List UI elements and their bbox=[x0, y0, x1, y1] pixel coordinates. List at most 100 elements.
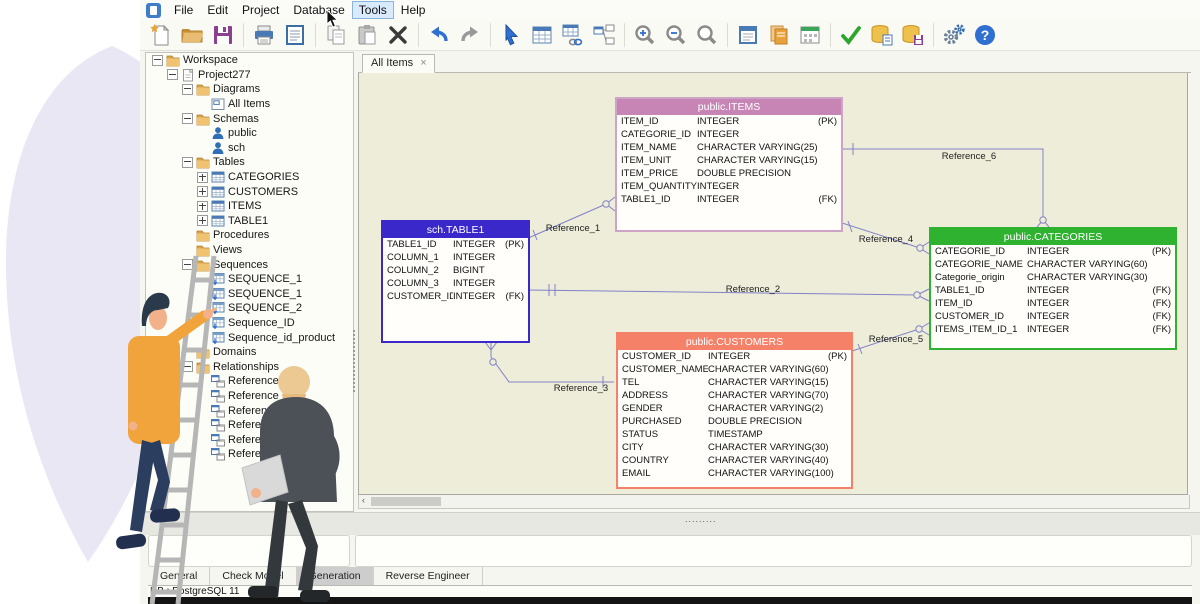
er-column-name: COLUMN_3 bbox=[383, 277, 453, 290]
document-icon[interactable] bbox=[735, 22, 761, 48]
expander-minus-icon[interactable] bbox=[167, 69, 178, 80]
illustration-man-suit bbox=[242, 366, 340, 602]
er-column-key bbox=[847, 467, 851, 480]
save-icon[interactable] bbox=[210, 22, 236, 48]
tree-item-label: sch bbox=[228, 142, 245, 154]
zoom-in-icon[interactable] bbox=[632, 22, 658, 48]
er-table-public-categories[interactable]: public.CATEGORIESCATEGORIE_IDINTEGER(PK)… bbox=[929, 227, 1177, 350]
menu-item-database[interactable]: Database bbox=[286, 1, 351, 19]
er-column-key bbox=[847, 454, 851, 467]
er-column-key: (PK) bbox=[505, 238, 528, 251]
er-column-row: CITYCHARACTER VARYING(30) bbox=[618, 441, 851, 454]
database-save-icon[interactable] bbox=[900, 22, 926, 48]
expander-plus-icon[interactable] bbox=[197, 215, 208, 226]
tree-item-project277[interactable]: Project277 bbox=[146, 68, 353, 83]
tree-item-sch[interactable]: sch bbox=[146, 141, 353, 156]
reference-label: Reference_6 bbox=[942, 151, 996, 162]
expander-minus-icon[interactable] bbox=[182, 113, 193, 124]
menu-item-edit[interactable]: Edit bbox=[200, 1, 235, 19]
print-icon[interactable] bbox=[251, 22, 277, 48]
help-icon[interactable]: ? bbox=[972, 22, 998, 48]
table-link-icon[interactable] bbox=[560, 22, 586, 48]
menu-item-help[interactable]: Help bbox=[394, 1, 433, 19]
zoom-icon[interactable] bbox=[694, 22, 720, 48]
pointer-icon[interactable] bbox=[498, 22, 524, 48]
redo-icon[interactable] bbox=[457, 22, 483, 48]
canvas-horizontal-scrollbar[interactable]: ‹ bbox=[358, 495, 1190, 509]
menu-item-file[interactable]: File bbox=[167, 1, 200, 19]
reference-reference_5[interactable]: Reference_5 bbox=[849, 323, 929, 354]
splitter-handle[interactable]: ......... bbox=[685, 514, 717, 524]
paste-icon[interactable] bbox=[354, 22, 380, 48]
expander-minus-icon[interactable] bbox=[152, 55, 163, 66]
toolbar-group bbox=[426, 22, 483, 48]
er-column-type: CHARACTER VARYING(2) bbox=[708, 402, 847, 415]
expander-plus-icon[interactable] bbox=[197, 186, 208, 197]
form-grid-icon[interactable] bbox=[797, 22, 823, 48]
er-diagram-canvas[interactable]: Reference_1 Reference_2 Reference_3 Referen… bbox=[358, 73, 1188, 495]
er-table-header[interactable]: public.CATEGORIES bbox=[931, 229, 1175, 245]
expander-minus-icon[interactable] bbox=[182, 157, 193, 168]
tree-item-customers[interactable]: CUSTOMERS bbox=[146, 184, 353, 199]
diagram-area: All Items × Reference_1Reference_2Refere… bbox=[358, 52, 1191, 509]
tree-item-workspace[interactable]: Workspace bbox=[146, 53, 353, 68]
reference-reference_1[interactable]: Reference_1 bbox=[526, 197, 615, 240]
database-script-icon[interactable] bbox=[869, 22, 895, 48]
reference-reference_6[interactable]: Reference_6 bbox=[839, 143, 1049, 227]
tree-item-schemas[interactable]: Schemas bbox=[146, 111, 353, 126]
pages-icon[interactable] bbox=[766, 22, 792, 48]
expander-minus-icon[interactable] bbox=[182, 84, 193, 95]
scrollbar-thumb[interactable] bbox=[371, 497, 441, 506]
folder-icon bbox=[166, 53, 180, 67]
menu-item-tools[interactable]: Tools bbox=[352, 1, 394, 19]
tree-item-table1[interactable]: TABLE1 bbox=[146, 214, 353, 229]
er-column-key bbox=[847, 363, 851, 376]
tree-item-items[interactable]: ITEMS bbox=[146, 199, 353, 214]
toolbar-group bbox=[148, 22, 236, 48]
toolbar-separator bbox=[727, 23, 728, 47]
close-icon[interactable]: × bbox=[420, 59, 426, 68]
diagram-view-icon[interactable] bbox=[591, 22, 617, 48]
tree-item-tables[interactable]: Tables bbox=[146, 155, 353, 170]
app-icon bbox=[146, 3, 161, 18]
er-table-public-items[interactable]: public.ITEMSITEM_IDINTEGER(PK)CATEGORIE_… bbox=[615, 97, 843, 232]
er-table-sch-table1[interactable]: sch.TABLE1TABLE1_IDINTEGER(PK)COLUMN_1IN… bbox=[381, 220, 530, 343]
tree-item-categories[interactable]: CATEGORIES bbox=[146, 170, 353, 185]
reference-reference_4[interactable]: Reference_4 bbox=[839, 221, 929, 254]
toolbar-separator bbox=[624, 23, 625, 47]
er-column-key: (PK) bbox=[828, 350, 851, 363]
er-column-key bbox=[847, 441, 851, 454]
bottom-tab-reverse-engineer[interactable]: Reverse Engineer bbox=[374, 567, 483, 585]
er-column-name: Categorie_origin bbox=[931, 271, 1027, 284]
reference-label: Reference_3 bbox=[554, 383, 608, 394]
reference-reference_3[interactable]: Reference_3 bbox=[485, 342, 614, 394]
table-grid-icon[interactable] bbox=[529, 22, 555, 48]
settings-gears-icon[interactable] bbox=[941, 22, 967, 48]
er-column-type: CHARACTER VARYING(30) bbox=[708, 441, 847, 454]
tree-item-all-items[interactable]: All Items bbox=[146, 97, 353, 112]
expander-plus-icon[interactable] bbox=[197, 201, 208, 212]
open-folder-icon[interactable] bbox=[179, 22, 205, 48]
reference-reference_2[interactable]: Reference_2 bbox=[526, 284, 929, 301]
expander-plus-icon[interactable] bbox=[197, 172, 208, 183]
er-column-name: TEL bbox=[618, 376, 708, 389]
tree-item-public[interactable]: public bbox=[146, 126, 353, 141]
er-column-key bbox=[1171, 271, 1175, 284]
er-table-header[interactable]: public.CUSTOMERS bbox=[618, 334, 851, 350]
delete-icon[interactable] bbox=[385, 22, 411, 48]
er-column-name: CUSTOMER_ID bbox=[618, 350, 708, 363]
validate-check-icon[interactable] bbox=[838, 22, 864, 48]
tab-all-items[interactable]: All Items × bbox=[362, 54, 435, 73]
undo-icon[interactable] bbox=[426, 22, 452, 48]
er-column-key: (FK) bbox=[506, 290, 528, 303]
er-column-type: CHARACTER VARYING(30) bbox=[1027, 271, 1171, 284]
zoom-out-icon[interactable] bbox=[663, 22, 689, 48]
new-document-icon[interactable] bbox=[148, 22, 174, 48]
menu-item-project[interactable]: Project bbox=[235, 1, 286, 19]
er-table-header[interactable]: sch.TABLE1 bbox=[383, 222, 528, 238]
er-column-type: INTEGER bbox=[697, 128, 837, 141]
tree-item-diagrams[interactable]: Diagrams bbox=[146, 82, 353, 97]
er-table-public-customers[interactable]: public.CUSTOMERSCUSTOMER_IDINTEGER(PK)CU… bbox=[616, 332, 853, 489]
er-table-header[interactable]: public.ITEMS bbox=[617, 99, 841, 115]
report-icon[interactable] bbox=[282, 22, 308, 48]
